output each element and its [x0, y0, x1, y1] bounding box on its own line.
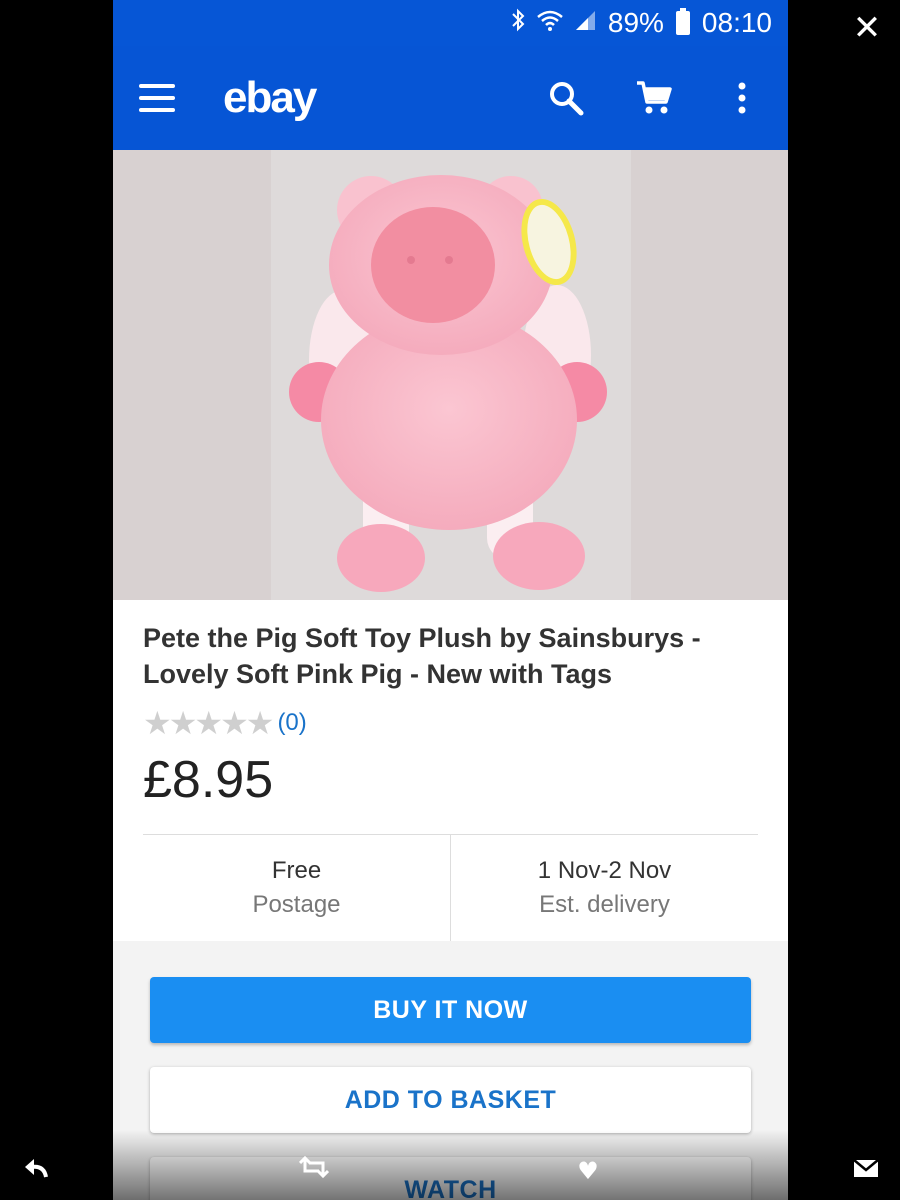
product-title: Pete the Pig Soft Toy Plush by Sainsbury… [143, 623, 701, 689]
star-rating: ★★★★★ [143, 704, 274, 742]
battery-icon [675, 8, 690, 35]
pink-pig-plush-image [271, 150, 631, 600]
heart-icon[interactable]: ♥ [568, 1154, 608, 1188]
postage-info: Free Postage [143, 835, 450, 941]
postage-label: Postage [252, 891, 341, 918]
status-icons [510, 8, 596, 38]
ebay-logo[interactable]: ebay [223, 73, 317, 123]
clock: 08:10 [701, 7, 772, 38]
price: £8.95 [143, 751, 274, 809]
product-photo [271, 150, 631, 600]
signal-icon [574, 9, 596, 37]
add-to-basket-button[interactable]: ADD TO BASKET [150, 1067, 751, 1133]
action-area: BUY IT NOW ADD TO BASKET WATCH [113, 941, 788, 1200]
status-bar: 89% 08:10 [113, 0, 788, 46]
app-bar: ebay [113, 46, 788, 150]
delivery-value: 1 Nov-2 Nov [537, 857, 672, 884]
delivery-info: 1 Nov-2 Nov Est. delivery [450, 835, 758, 941]
product-image[interactable] [113, 150, 788, 600]
delivery-label: Est. delivery [539, 891, 670, 918]
message-icon[interactable] [846, 1154, 886, 1188]
reply-icon[interactable] [16, 1154, 56, 1188]
search-icon[interactable] [542, 74, 590, 122]
postage-value: Free [271, 857, 322, 884]
buy-it-now-button[interactable]: BUY IT NOW [150, 977, 751, 1043]
rating-row[interactable]: ★★★★★ (0) [143, 704, 758, 742]
cart-icon[interactable] [630, 74, 678, 122]
bluetooth-icon [510, 8, 526, 38]
review-count[interactable]: (0) [277, 709, 306, 737]
more-vert-icon[interactable] [718, 74, 766, 122]
battery-percent: 89% [607, 7, 664, 38]
retweet-icon[interactable] [294, 1154, 334, 1188]
product-details: Pete the Pig Soft Toy Plush by Sainsbury… [113, 600, 788, 941]
close-icon[interactable]: ✕ [842, 8, 892, 48]
menu-icon[interactable] [139, 84, 175, 112]
wifi-icon [536, 8, 564, 38]
shipping-info: Free Postage 1 Nov-2 Nov Est. delivery [143, 835, 758, 941]
app-actions [542, 46, 766, 150]
watch-button[interactable]: WATCH [150, 1157, 751, 1200]
phone-screenshot: 89% 08:10 ebay Pete the Pig Soft Toy Plu… [113, 0, 788, 1200]
